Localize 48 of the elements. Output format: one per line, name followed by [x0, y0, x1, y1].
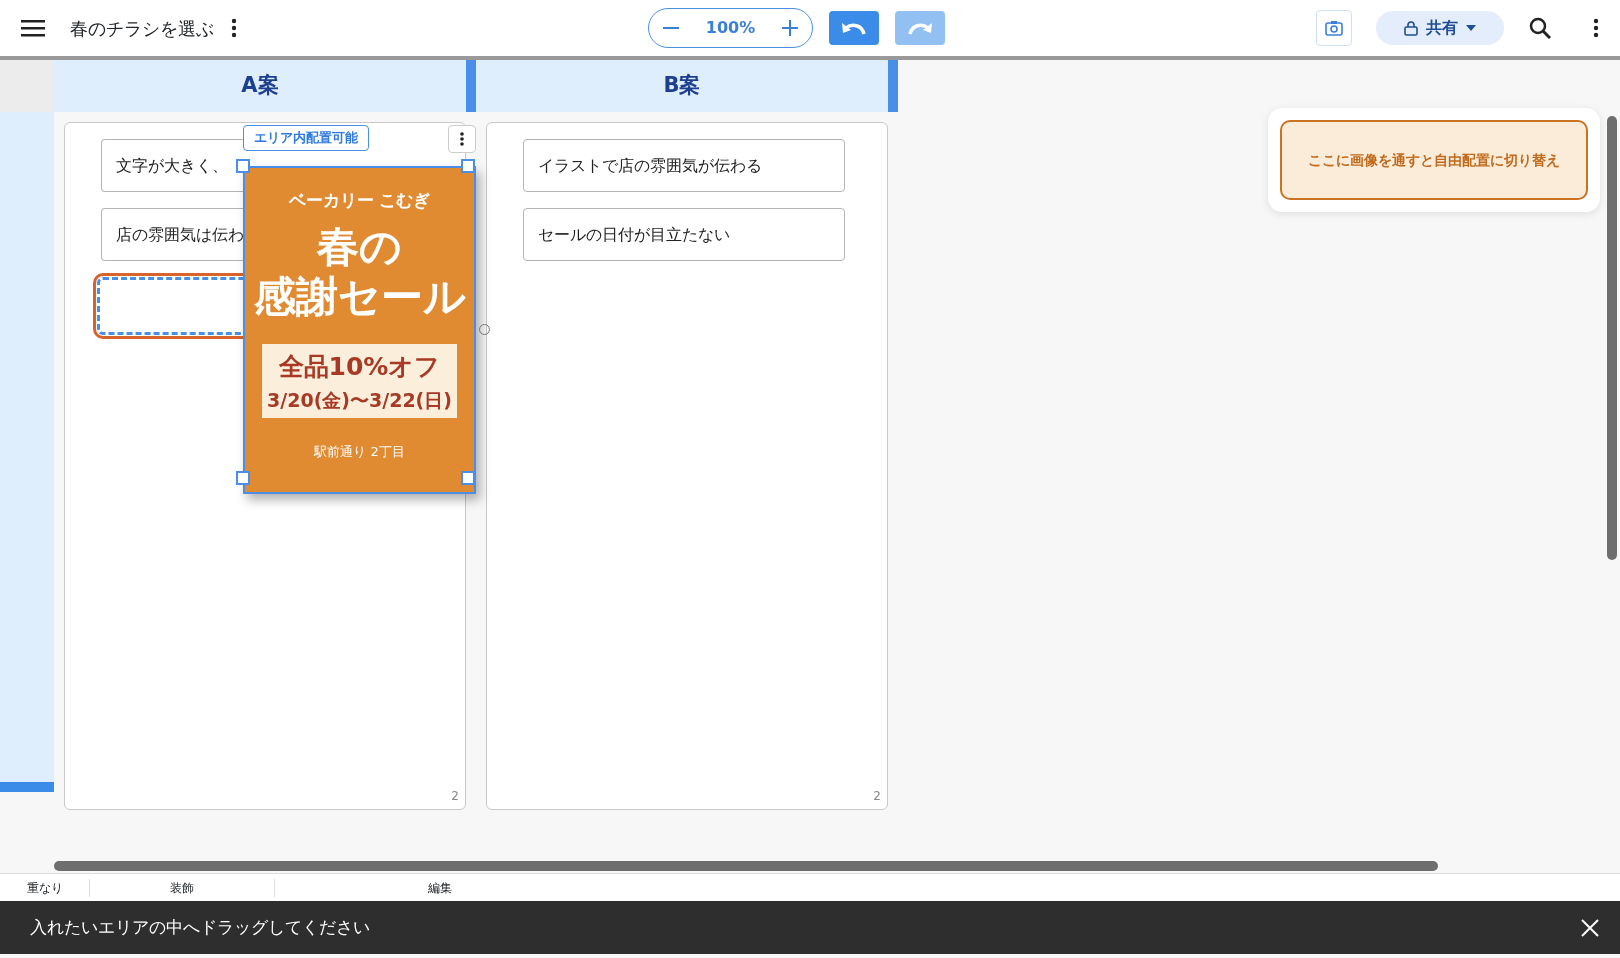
resize-handle[interactable] — [461, 159, 475, 173]
undo-button[interactable] — [829, 11, 879, 45]
snackbar-message: 入れたいエリアの中へドラッグしてください — [30, 915, 370, 939]
more-options-button[interactable] — [1592, 17, 1600, 39]
camera-button[interactable] — [1316, 10, 1352, 46]
plus-icon — [782, 20, 799, 36]
free-placement-zone: ここに画像を通すと自由配置に切り替え — [1280, 120, 1588, 200]
tab[interactable]: 装飾 — [170, 880, 194, 895]
placement-badge: エリア内配置可能 — [243, 125, 369, 151]
camera-icon — [1325, 20, 1343, 36]
header-corner — [0, 60, 54, 112]
kebab-icon — [460, 132, 464, 146]
shop-address: 駅前通り 2丁目 — [314, 443, 405, 462]
close-icon — [1581, 918, 1599, 937]
scrollbar[interactable] — [1607, 116, 1617, 560]
document-title: 春のチラシを選ぶ — [70, 16, 214, 41]
more-options-button[interactable] — [230, 17, 238, 39]
tab[interactable]: 重なり — [26, 880, 63, 895]
minus-icon — [662, 27, 679, 29]
menu-icon — [21, 19, 45, 37]
item-count: 2 — [873, 788, 881, 805]
zoom-level: 100% — [705, 17, 756, 39]
item-count: 2 — [451, 788, 459, 805]
headline: 春の — [317, 221, 402, 272]
flyer-card[interactable]: ベーカリー こむぎ 春の 感謝セール 全品10%オフ 3/20(金)〜3/22(日) 駅前通り 2丁目 — [243, 166, 476, 494]
tab[interactable]: 編集 — [428, 880, 452, 895]
sale-dates: 3/20(金)〜3/22(日) — [266, 387, 453, 413]
column-header: B案 — [476, 60, 898, 112]
resize-handle[interactable] — [461, 471, 475, 485]
column-header: A案 — [54, 60, 476, 112]
scrollbar[interactable] — [54, 861, 1438, 871]
zoom-in-button[interactable] — [782, 20, 799, 36]
search-button[interactable] — [1528, 16, 1552, 40]
resize-handle[interactable] — [236, 471, 250, 485]
kebab-icon — [1593, 18, 1599, 38]
offer-text: 全品10%オフ — [277, 351, 442, 384]
search-icon — [1529, 17, 1551, 39]
resize-handle[interactable] — [236, 159, 250, 173]
menu-button[interactable] — [20, 18, 46, 38]
shop-name: ベーカリー こむぎ — [288, 189, 431, 212]
note-card[interactable]: セールの日付が目立たない — [523, 208, 845, 261]
note-card[interactable]: イラストで店の雰囲気が伝わる — [523, 139, 845, 192]
lock-icon — [1404, 20, 1418, 36]
close-button[interactable] — [1580, 917, 1600, 938]
headline: 感謝セール — [253, 271, 466, 323]
kebab-icon — [231, 18, 237, 38]
caret-icon — [1466, 25, 1476, 31]
share-button[interactable]: 共有 — [1376, 11, 1504, 45]
